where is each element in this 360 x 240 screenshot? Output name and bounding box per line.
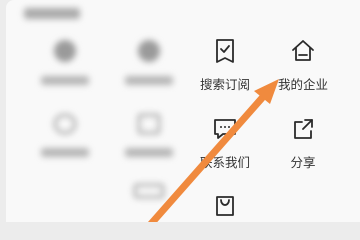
services-card: 搜索订阅 我的企业 联系我们 分享 bbox=[6, 0, 360, 222]
service-my-enterprise[interactable]: 我的企业 bbox=[260, 38, 346, 93]
home-enterprise-icon bbox=[290, 38, 316, 64]
service-share[interactable]: 分享 bbox=[260, 116, 346, 171]
service-bag[interactable] bbox=[182, 192, 268, 218]
section-title-placeholder bbox=[24, 8, 80, 19]
blurred-item bbox=[106, 184, 192, 198]
chat-message-icon bbox=[212, 116, 238, 142]
blurred-item bbox=[106, 114, 192, 157]
service-search-subscribe[interactable]: 搜索订阅 bbox=[182, 38, 268, 93]
service-contact-us[interactable]: 联系我们 bbox=[182, 116, 268, 171]
service-label: 我的企业 bbox=[277, 77, 328, 92]
share-icon bbox=[290, 116, 316, 142]
bag-icon bbox=[212, 192, 238, 218]
document-check-icon bbox=[212, 38, 238, 64]
service-label: 联系我们 bbox=[199, 155, 250, 170]
blurred-item bbox=[22, 40, 108, 85]
service-label: 搜索订阅 bbox=[199, 77, 250, 92]
blurred-item bbox=[22, 114, 108, 157]
blurred-item bbox=[106, 40, 192, 85]
service-label: 分享 bbox=[290, 155, 316, 170]
